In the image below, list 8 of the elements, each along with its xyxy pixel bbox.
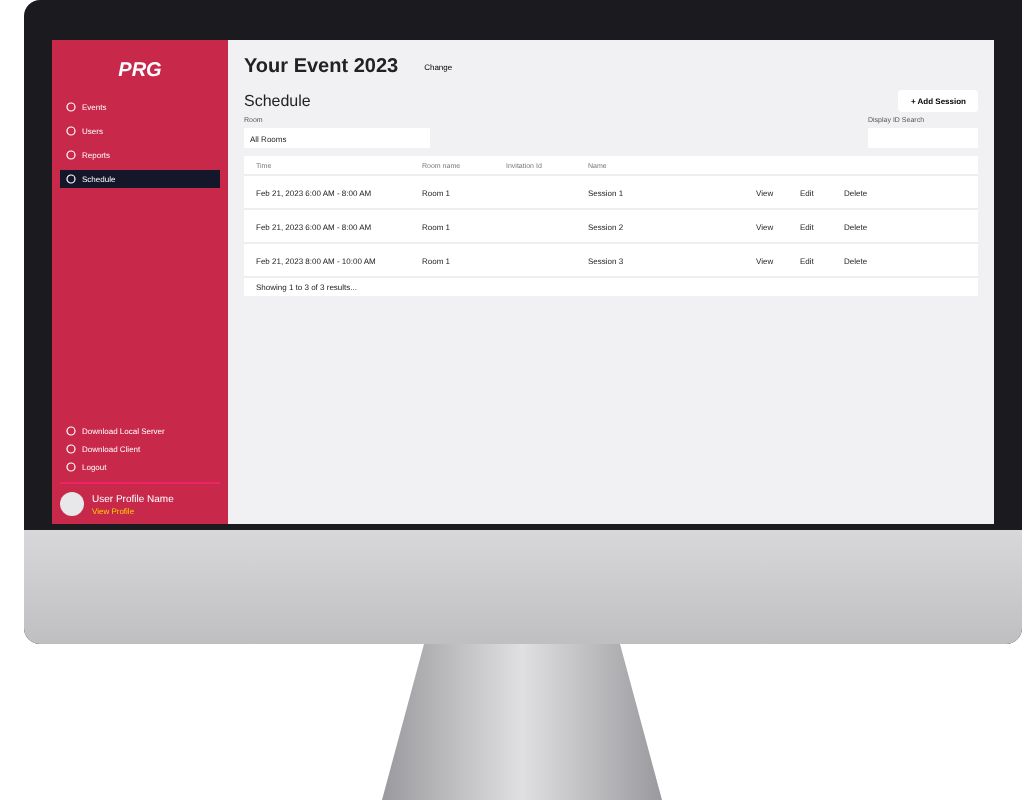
nav-icon (66, 102, 76, 112)
page-title: Schedule (244, 92, 311, 110)
nav-icon (66, 150, 76, 160)
avatar (60, 492, 84, 516)
logo: PRG (118, 60, 162, 82)
event-title: Your Event 2023 (244, 56, 399, 78)
nav-icon (66, 174, 76, 184)
nav-icon (66, 126, 76, 136)
